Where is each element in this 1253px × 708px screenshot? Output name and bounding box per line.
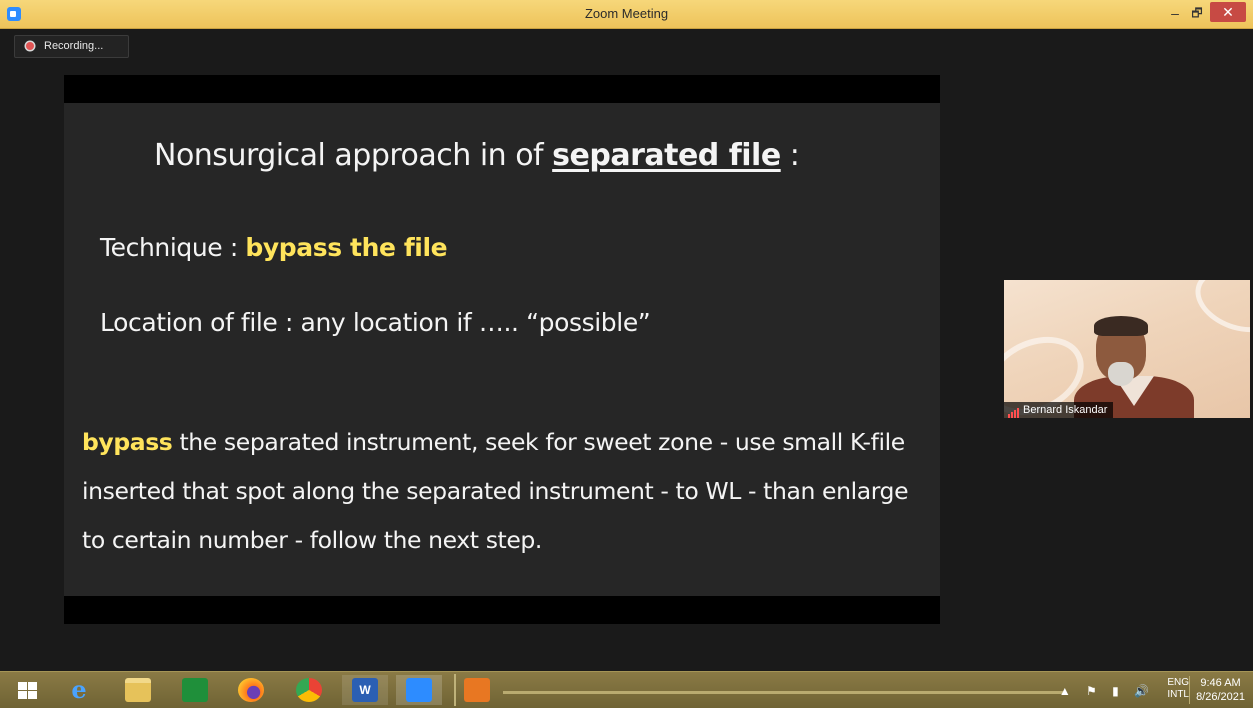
participant-beard bbox=[1108, 362, 1134, 386]
keyboard-layout: INTL bbox=[1167, 689, 1189, 700]
slide-title-suffix: : bbox=[780, 138, 800, 173]
taskbar-progress bbox=[503, 691, 1063, 694]
technique-line: Technique : bypass the file bbox=[100, 233, 448, 262]
internet-explorer-icon: e bbox=[71, 675, 87, 704]
chrome-icon bbox=[296, 678, 322, 702]
clock-date: 8/26/2021 bbox=[1196, 691, 1245, 703]
slide-paragraph: bypass the separated instrument, seek fo… bbox=[82, 418, 932, 565]
record-icon bbox=[26, 42, 34, 50]
clock[interactable]: 9:46 AM 8/26/2021 bbox=[1189, 676, 1245, 704]
zoom-icon bbox=[406, 678, 432, 702]
participant-name: Bernard Iskandar bbox=[1023, 404, 1108, 416]
language-indicator[interactable]: ENG INTL bbox=[1167, 677, 1189, 701]
tray-icons[interactable]: ▲ ⚑ ▮ 🔊 bbox=[1059, 684, 1155, 698]
paragraph-line-1: bypass the separated instrument, seek fo… bbox=[82, 418, 932, 467]
recording-indicator[interactable]: Recording... bbox=[14, 35, 129, 58]
window-titlebar[interactable]: Zoom Meeting – 🗗 ✕ bbox=[0, 0, 1253, 29]
firefox-icon bbox=[238, 678, 264, 702]
media-player-button[interactable] bbox=[454, 675, 500, 705]
recording-label: Recording... bbox=[44, 40, 104, 52]
window-title: Zoom Meeting bbox=[584, 6, 669, 21]
start-button[interactable] bbox=[6, 675, 52, 705]
background-swirl bbox=[1186, 280, 1250, 344]
windows-taskbar: e W ▲ ⚑ ▮ 🔊 ENG INTL 9:46 AM 8/26/2021 bbox=[0, 671, 1253, 708]
file-explorer-button[interactable] bbox=[115, 675, 161, 705]
minimize-button[interactable]: – bbox=[1164, 3, 1186, 23]
presentation-slide: Nonsurgical approach in of separated fil… bbox=[64, 103, 940, 596]
zoom-button[interactable] bbox=[396, 675, 442, 705]
close-button[interactable]: ✕ bbox=[1210, 2, 1246, 22]
paragraph-line-1-text: the separated instrument, seek for sweet… bbox=[172, 428, 905, 456]
folder-icon bbox=[125, 678, 151, 702]
word-button[interactable]: W bbox=[342, 675, 388, 705]
clock-time: 9:46 AM bbox=[1200, 677, 1241, 689]
participant-hair bbox=[1094, 316, 1148, 336]
paragraph-line-3: to certain number - follow the next step… bbox=[82, 526, 542, 554]
windows-logo-icon bbox=[18, 682, 38, 700]
firefox-button[interactable] bbox=[228, 675, 274, 705]
store-icon bbox=[182, 678, 208, 702]
participant-name-tag: Bernard Iskandar bbox=[1004, 402, 1114, 418]
chrome-button[interactable] bbox=[286, 675, 332, 705]
participant-video-tile[interactable]: Bernard Iskandar bbox=[1004, 280, 1250, 418]
paragraph-highlight: bypass bbox=[82, 428, 173, 456]
media-player-icon bbox=[464, 678, 490, 702]
internet-explorer-button[interactable]: e bbox=[56, 675, 102, 705]
word-icon: W bbox=[352, 678, 378, 702]
restore-button[interactable]: 🗗 bbox=[1186, 3, 1208, 23]
signal-strength-icon bbox=[1008, 402, 1020, 418]
language-code: ENG bbox=[1167, 677, 1189, 688]
slide-title: Nonsurgical approach in of separated fil… bbox=[154, 138, 800, 173]
technique-value: bypass the file bbox=[245, 233, 448, 262]
technique-label: Technique : bbox=[100, 233, 246, 262]
location-line: Location of file : any location if ….. “… bbox=[100, 308, 651, 337]
slide-title-prefix: Nonsurgical approach in of bbox=[154, 138, 553, 173]
slide-title-highlight: separated file bbox=[552, 138, 781, 173]
paragraph-line-2: inserted that spot along the separated i… bbox=[82, 477, 909, 505]
store-button[interactable] bbox=[172, 675, 218, 705]
